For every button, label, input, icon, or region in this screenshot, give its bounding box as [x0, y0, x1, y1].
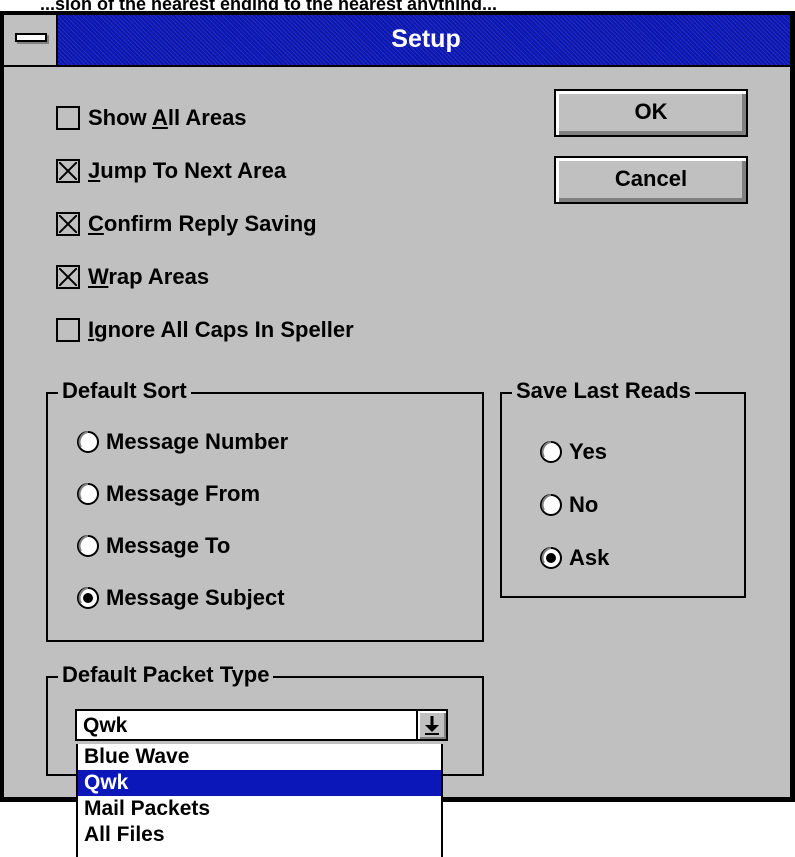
checkbox-box: [56, 212, 80, 236]
system-menu-icon: [15, 33, 47, 42]
radio-circle-icon: [77, 535, 99, 557]
save-last-reads-group: [500, 392, 746, 598]
arrow-down-icon: [425, 716, 439, 735]
checkbox-ignore-all-caps[interactable]: Ignore All Caps In Speller: [56, 313, 354, 347]
radio-circle-icon: [540, 441, 562, 463]
list-item-qwk[interactable]: Qwk: [78, 770, 441, 796]
check-x-icon: [59, 215, 77, 233]
radio-circle-icon: [77, 483, 99, 505]
radio-label: Yes: [569, 439, 607, 464]
packet-type-list[interactable]: Blue Wave Qwk Mail Packets All Files: [76, 744, 443, 857]
radio-circle-icon: [540, 494, 562, 516]
check-x-icon: [59, 162, 77, 180]
checkbox-label: Show All Areas: [88, 105, 247, 130]
radio-label: Message Subject: [106, 585, 285, 610]
radio-message-number[interactable]: Message Number: [76, 426, 288, 458]
radio-selected-icon: [540, 547, 562, 569]
radio-message-to[interactable]: Message To: [76, 530, 230, 562]
radio-label: Message To: [106, 533, 231, 558]
radio-no[interactable]: No: [539, 489, 598, 521]
radio-yes[interactable]: Yes: [539, 436, 607, 468]
cancel-button[interactable]: Cancel: [554, 156, 748, 204]
radio-label: Message Number: [106, 429, 289, 454]
radio-selected-icon: [77, 587, 99, 609]
checkbox-box: [56, 318, 80, 342]
checkbox-box: [56, 106, 80, 130]
checkbox-jump-to-next-area[interactable]: Jump To Next Area: [56, 154, 286, 188]
default-packet-type-label: Default Packet Type: [58, 662, 274, 688]
radio-label: Message From: [106, 481, 261, 506]
radio-message-from[interactable]: Message From: [76, 478, 260, 510]
checkbox-label: Ignore All Caps In Speller: [88, 317, 354, 342]
checkbox-label: Jump To Next Area: [88, 158, 287, 183]
dropdown-value: Qwk: [83, 714, 128, 737]
radio-ask[interactable]: Ask: [539, 542, 609, 574]
checkbox-label: Confirm Reply Saving: [88, 211, 317, 236]
list-item-all-files[interactable]: All Files: [78, 822, 441, 848]
system-menu-button[interactable]: [4, 15, 58, 65]
ok-button[interactable]: OK: [554, 89, 748, 137]
checkbox-box: [56, 265, 80, 289]
checkbox-box: [56, 159, 80, 183]
window-title: Setup: [391, 25, 461, 53]
background-caption: ...sion of the nearest ending to the nea…: [40, 0, 498, 10]
setup-dialog: Setup Show All Areas Jump To Next Area C…: [0, 11, 795, 802]
checkbox-wrap-areas[interactable]: Wrap Areas: [56, 260, 209, 294]
dropdown-arrow-button[interactable]: [416, 711, 446, 739]
checkbox-show-all-areas[interactable]: Show All Areas: [56, 101, 247, 135]
radio-circle-icon: [77, 431, 99, 453]
radio-label: No: [569, 492, 599, 517]
default-sort-label: Default Sort: [58, 378, 191, 404]
check-x-icon: [59, 268, 77, 286]
list-item-mail-packets[interactable]: Mail Packets: [78, 796, 441, 822]
checkbox-label: Wrap Areas: [88, 264, 210, 289]
packet-type-dropdown[interactable]: Qwk: [75, 709, 448, 741]
radio-message-subject[interactable]: Message Subject: [76, 582, 285, 614]
checkbox-confirm-reply-saving[interactable]: Confirm Reply Saving: [56, 207, 317, 241]
title-bar: Setup: [4, 15, 790, 67]
list-item-blue-wave[interactable]: Blue Wave: [78, 744, 441, 770]
radio-label: Ask: [569, 545, 610, 570]
save-last-reads-label: Save Last Reads: [512, 378, 695, 404]
